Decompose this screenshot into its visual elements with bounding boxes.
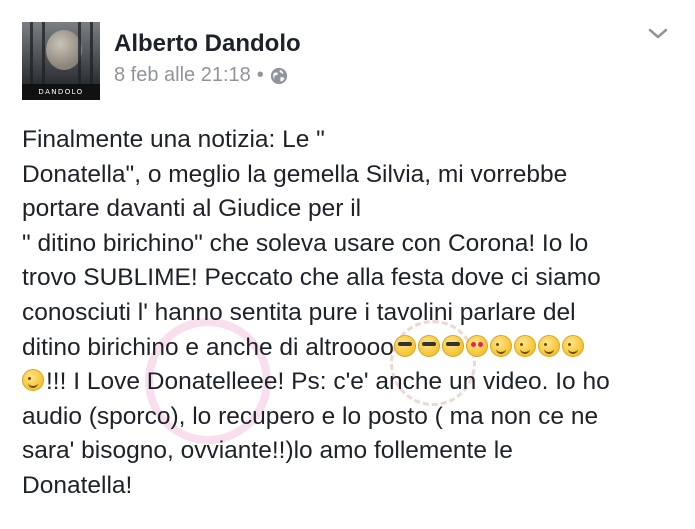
emoji-group [393,334,586,361]
author-name[interactable]: Alberto Dandolo [114,30,301,58]
post-timestamp[interactable]: 8 feb alle 21:18 [114,64,251,87]
post-line: trovo SUBLIME! Peccato che alla festa do… [22,264,601,292]
sunglasses-emoji [393,334,416,357]
wink-emoji [489,334,512,357]
post-line: portare davanti al Giudice per il [22,195,362,223]
sunglasses-emoji [417,334,440,357]
post-line: conosciuti l' hanno sentita pure i tavol… [22,298,576,326]
post-meta: 8 feb alle 21:18 • [114,64,288,87]
post-line: audio (sporco), lo recupero e lo posto (… [22,402,599,430]
avatar-caption: DANDOLO LIBERO [22,84,100,100]
wink-emoji [22,369,44,392]
post-line: ditino birichino e anche di altroooo [22,333,394,361]
post-line-with-emojis: ditino birichino e anche di altroooo [22,331,682,366]
sunglasses-emoji [441,334,464,357]
heart-eyes-emoji [465,334,488,357]
wink-emoji [513,334,536,357]
avatar[interactable]: DANDOLO LIBERO [22,22,100,100]
post-line: !!! I Love Donatelleee! Ps: c'e' anche u… [46,368,610,396]
post-line-with-emojis: !!! I Love Donatelleee! Ps: c'e' anche u… [22,365,682,400]
post-line: Finalmente una notizia: Le " [22,126,325,153]
emoji-group [22,368,46,395]
globe-icon [270,67,287,84]
meta-separator: • [256,64,264,86]
wink-emoji [561,334,584,357]
post-line: sara' bisogno, ovviante!!)lo amo folleme… [22,437,513,465]
post-line: " ditino birichino" che soleva usare con… [22,229,589,257]
post-text: Finalmente una notizia: Le " Donatella",… [22,123,682,504]
wink-emoji [537,334,560,357]
post-line: Donatella", o meglio la gemella Silvia, … [22,160,568,188]
post-line: Donatella! [22,471,133,499]
chevron-down-icon[interactable] [646,24,670,44]
